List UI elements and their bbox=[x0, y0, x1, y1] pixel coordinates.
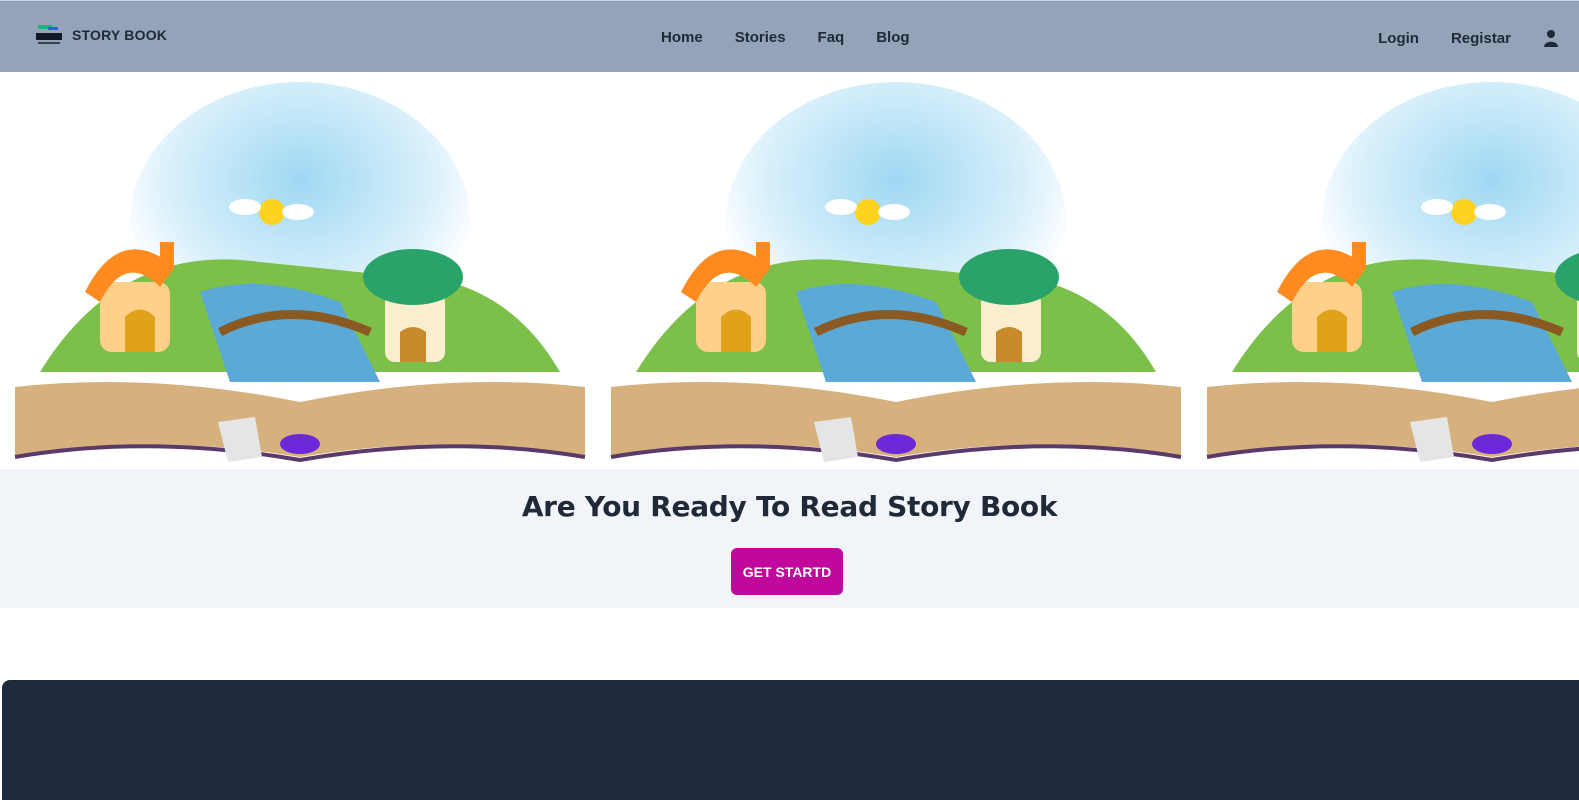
storybook-image bbox=[596, 72, 1192, 469]
cta-title: Are You Ready To Read Story Book bbox=[521, 489, 1058, 523]
register-link[interactable]: Registar bbox=[1451, 30, 1511, 47]
storybook-image bbox=[0, 72, 596, 469]
footer bbox=[2, 680, 1579, 800]
top-navbar: STORY BOOK Home Stories Faq Blog Login R… bbox=[0, 0, 1579, 72]
login-link[interactable]: Login bbox=[1378, 30, 1419, 47]
main-nav: Home Stories Faq Blog bbox=[661, 29, 942, 46]
storybook-logo bbox=[36, 25, 62, 44]
user-icon[interactable] bbox=[1543, 29, 1559, 47]
get-started-button[interactable]: GET STARTD bbox=[731, 548, 843, 595]
cta-section: Are You Ready To Read Story Book GET STA… bbox=[0, 469, 1579, 608]
brand-name: STORY BOOK bbox=[72, 27, 168, 43]
auth-nav: Login Registar bbox=[1378, 29, 1559, 47]
nav-stories[interactable]: Stories bbox=[735, 29, 786, 46]
nav-faq[interactable]: Faq bbox=[818, 29, 845, 46]
brand[interactable]: STORY BOOK bbox=[34, 22, 167, 48]
nav-home[interactable]: Home bbox=[661, 29, 703, 46]
hero-banner bbox=[0, 72, 1579, 469]
nav-blog[interactable]: Blog bbox=[876, 29, 909, 46]
storybook-image bbox=[1192, 72, 1579, 469]
